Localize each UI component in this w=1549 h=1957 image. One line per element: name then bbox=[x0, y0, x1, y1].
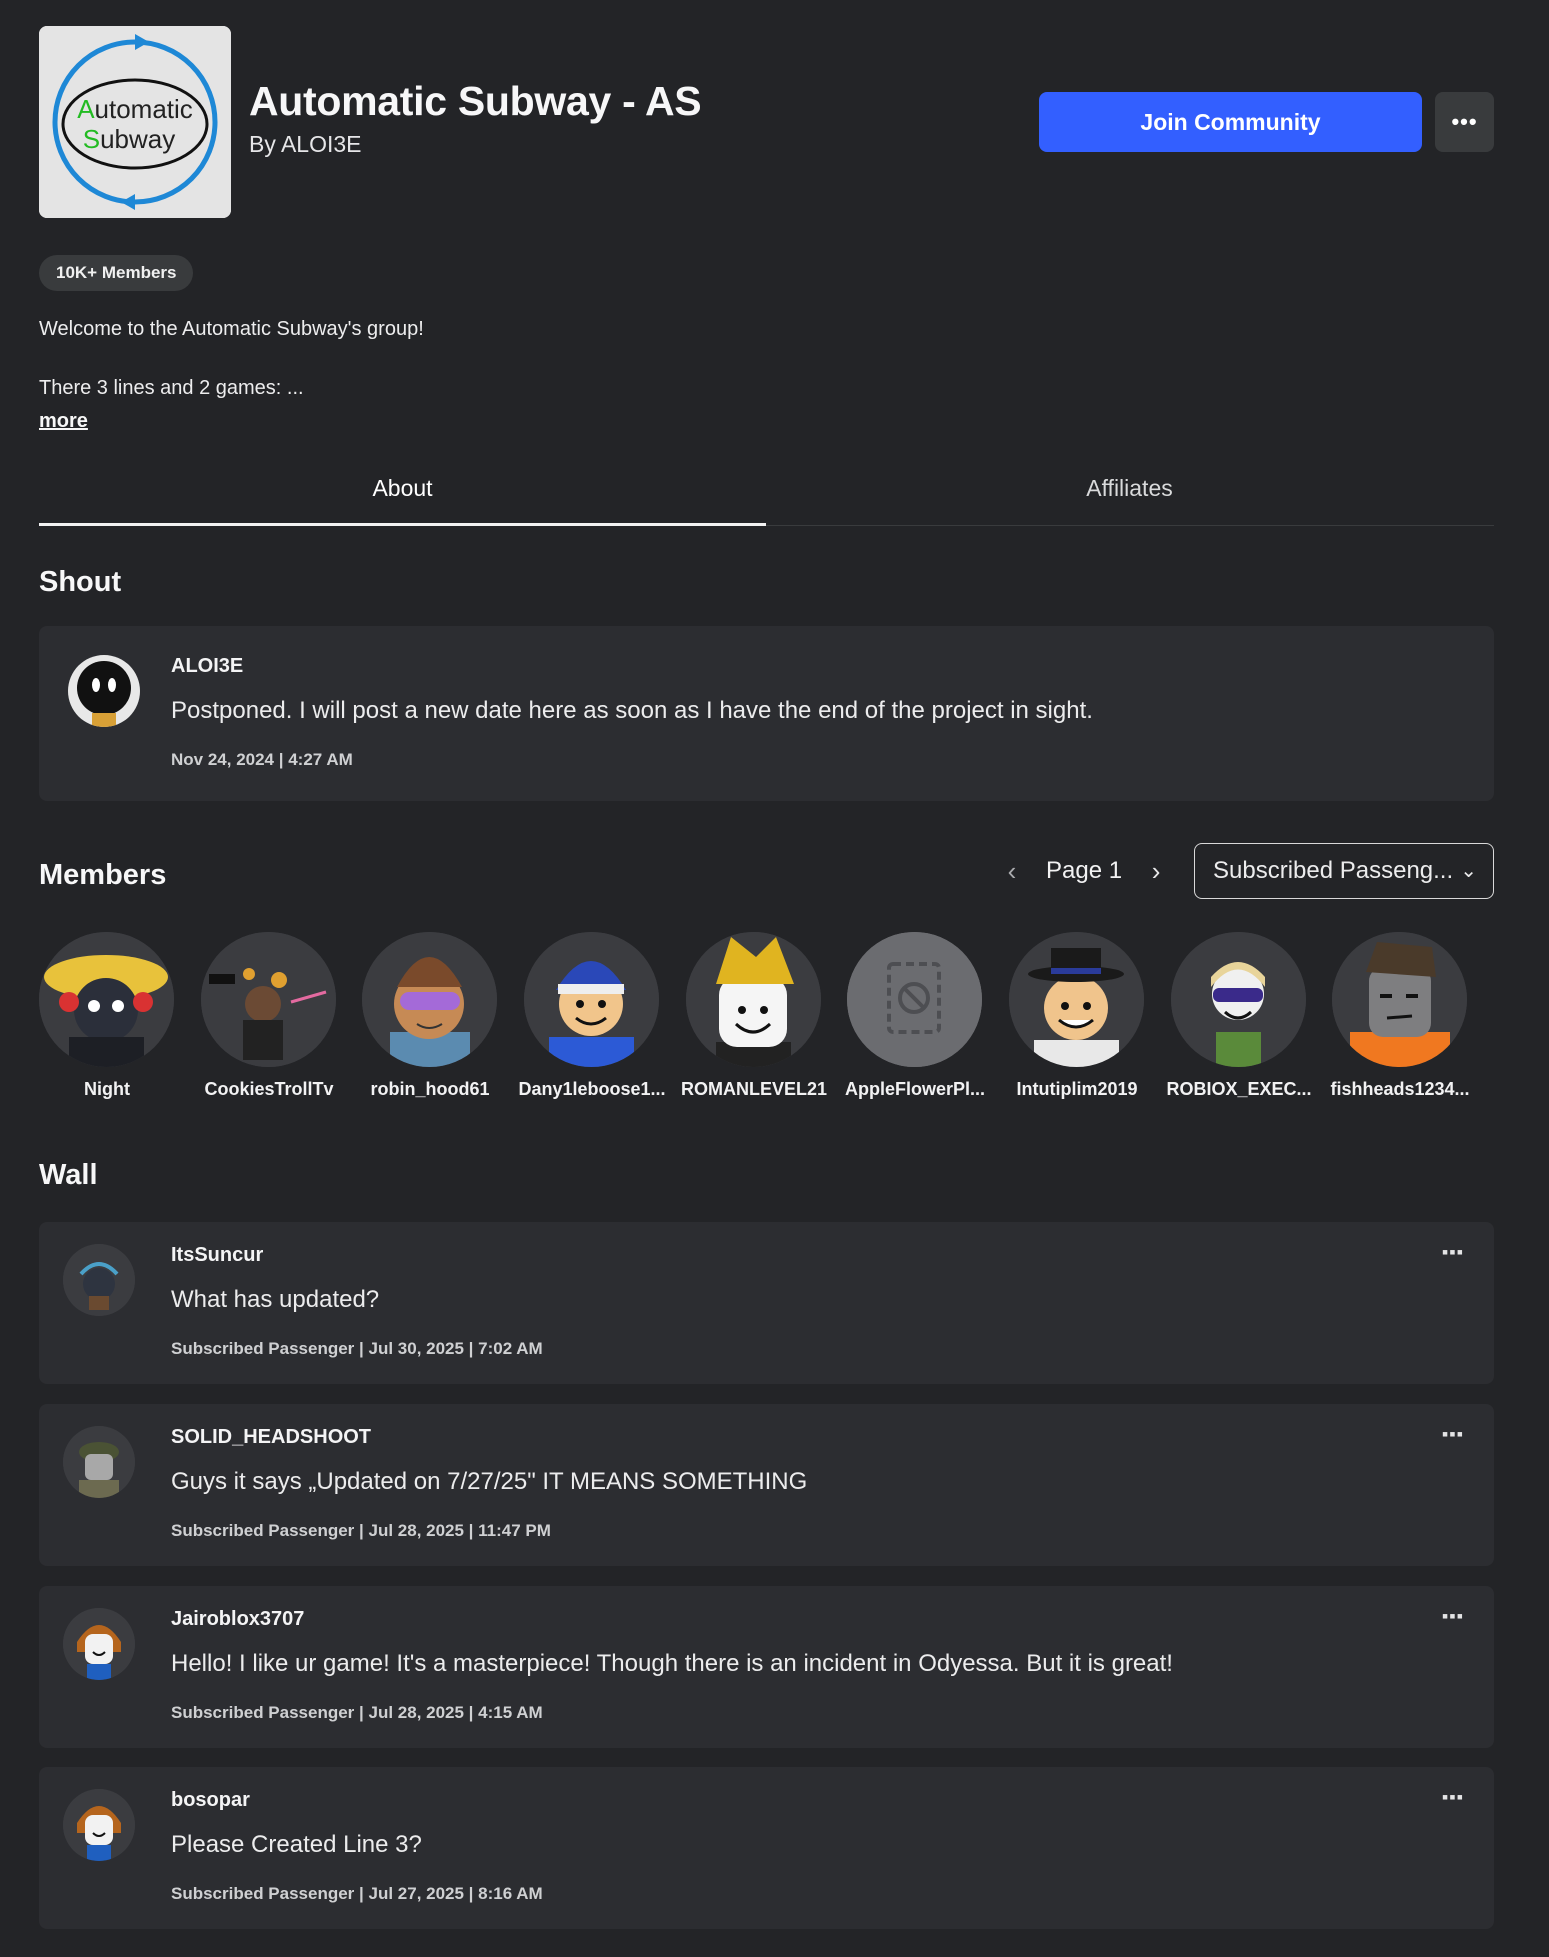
wall-post: ItsSuncur What has updated? Subscribed P… bbox=[39, 1222, 1494, 1384]
avatar-fishheads-icon bbox=[1332, 932, 1467, 1067]
members-list: Night CookiesTrollTv robin_hood61 Dany1l… bbox=[39, 932, 1494, 1112]
tab-bar: About Affiliates bbox=[39, 466, 1494, 526]
post-body: Please Created Line 3? bbox=[171, 1831, 422, 1858]
member-item[interactable]: Intutiplim2019 bbox=[1009, 932, 1144, 1100]
post-author[interactable]: bosopar bbox=[171, 1789, 250, 1812]
members-count-badge: 10K+ Members bbox=[39, 255, 194, 291]
chevron-right-icon[interactable]: › bbox=[1136, 856, 1176, 887]
shout-author-avatar[interactable] bbox=[68, 655, 140, 727]
group-owner[interactable]: By ALOI3E bbox=[249, 131, 701, 158]
member-item[interactable]: Dany1leboose1... bbox=[518, 932, 666, 1100]
members-pager: ‹ Page 1 › bbox=[992, 843, 1176, 899]
avatar-robiox-icon bbox=[1171, 932, 1306, 1067]
post-body: Hello! I like ur game! It's a masterpiec… bbox=[171, 1650, 1173, 1677]
member-item[interactable]: AppleFlowerPl... bbox=[845, 932, 985, 1100]
wall-section-title: Wall bbox=[39, 1159, 98, 1191]
avatar-unavailable-icon bbox=[847, 932, 982, 1067]
members-section-title: Members bbox=[39, 859, 167, 891]
group-title-block: Automatic Subway - AS By ALOI3E bbox=[249, 78, 702, 158]
post-menu-icon[interactable]: ▪▪▪ bbox=[1442, 1242, 1464, 1263]
avatar-robin-icon bbox=[362, 932, 497, 1067]
more-options-button[interactable]: ••• bbox=[1435, 92, 1494, 152]
avatar-roman-icon bbox=[686, 932, 821, 1067]
post-author[interactable]: ItsSuncur bbox=[171, 1244, 263, 1267]
avatar-night-icon bbox=[39, 932, 174, 1067]
member-name: fishheads1234... bbox=[1330, 1079, 1470, 1099]
member-item[interactable]: ROMANLEVEL21 bbox=[681, 932, 827, 1100]
post-meta: Subscribed Passenger | Jul 30, 2025 | 7:… bbox=[171, 1339, 543, 1358]
post-body: Guys it says „Updated on 7/27/25" IT MEA… bbox=[171, 1468, 808, 1495]
avatar-cookies-icon bbox=[201, 932, 336, 1067]
avatar-intutiplim-icon bbox=[1009, 932, 1144, 1067]
description-line: Welcome to the Automatic Subway's group! bbox=[39, 318, 424, 340]
description-more-link[interactable]: more bbox=[39, 410, 88, 433]
tab-about[interactable]: About bbox=[39, 466, 766, 526]
avatar-itssuncur-icon[interactable] bbox=[63, 1244, 135, 1316]
wall-post: SOLID_HEADSHOOT Guys it says „Updated on… bbox=[39, 1404, 1494, 1566]
member-name: CookiesTrollTv bbox=[204, 1079, 334, 1099]
member-name: ROBIOX_EXEC... bbox=[1166, 1079, 1312, 1099]
post-menu-icon[interactable]: ▪▪▪ bbox=[1442, 1424, 1464, 1445]
post-body: What has updated? bbox=[171, 1286, 380, 1313]
member-name: Dany1leboose1... bbox=[518, 1079, 666, 1099]
group-header: Automatic Subway Automatic Subway - AS B… bbox=[39, 26, 1494, 218]
member-name: ROMANLEVEL21 bbox=[680, 1079, 828, 1099]
avatar-dany-icon bbox=[524, 932, 659, 1067]
wall-post: Jairoblox3707 Hello! I like ur game! It'… bbox=[39, 1586, 1494, 1748]
shout-author[interactable]: ALOI3E bbox=[171, 655, 243, 678]
post-meta: Subscribed Passenger | Jul 27, 2025 | 8:… bbox=[171, 1884, 543, 1903]
subway-logo-icon: Automatic Subway bbox=[39, 26, 231, 218]
member-name: AppleFlowerPl... bbox=[844, 1079, 986, 1099]
avatar-bosopar-icon[interactable] bbox=[63, 1789, 135, 1861]
svg-text:Subway: Subway bbox=[83, 124, 176, 154]
member-item[interactable]: robin_hood61 bbox=[362, 932, 497, 1100]
post-author[interactable]: Jairoblox3707 bbox=[171, 1608, 304, 1631]
post-author[interactable]: SOLID_HEADSHOOT bbox=[171, 1426, 371, 1449]
member-name: Intutiplim2019 bbox=[1016, 1079, 1138, 1099]
join-community-button[interactable]: Join Community bbox=[1039, 92, 1422, 152]
member-item[interactable]: fishheads1234... bbox=[1330, 932, 1470, 1100]
shout-section-title: Shout bbox=[39, 566, 122, 598]
svg-text:Automatic: Automatic bbox=[77, 94, 193, 124]
chevron-left-icon[interactable]: ‹ bbox=[992, 856, 1032, 887]
member-item[interactable]: CookiesTrollTv bbox=[201, 932, 336, 1100]
shout-timestamp: Nov 24, 2024 | 4:27 AM bbox=[171, 750, 353, 769]
shout-card: ALOI3E Postponed. I will post a new date… bbox=[39, 626, 1494, 801]
post-meta: Subscribed Passenger | Jul 28, 2025 | 4:… bbox=[171, 1703, 543, 1722]
role-filter-value: Subscribed Passeng... bbox=[1213, 857, 1454, 884]
role-filter-dropdown[interactable]: Subscribed Passeng... ⌄ bbox=[1194, 843, 1494, 899]
member-item[interactable]: ROBIOX_EXEC... bbox=[1166, 932, 1312, 1100]
avatar-aloi3e-icon bbox=[68, 655, 140, 727]
post-menu-icon[interactable]: ▪▪▪ bbox=[1442, 1787, 1464, 1808]
page-label: Page 1 bbox=[1046, 857, 1123, 884]
shout-body: Postponed. I will post a new date here a… bbox=[171, 697, 1093, 724]
group-logo: Automatic Subway bbox=[39, 26, 231, 218]
member-name: robin_hood61 bbox=[370, 1079, 490, 1099]
avatar-solid-headshoot-icon[interactable] bbox=[63, 1426, 135, 1498]
member-item[interactable]: Night bbox=[39, 932, 174, 1100]
post-menu-icon[interactable]: ▪▪▪ bbox=[1442, 1606, 1464, 1627]
member-name: Night bbox=[84, 1079, 130, 1099]
group-name: Automatic Subway - AS bbox=[249, 78, 702, 124]
ellipsis-icon: ••• bbox=[1451, 109, 1478, 134]
description-line: There 3 lines and 2 games: ... bbox=[39, 377, 304, 399]
avatar-jairoblox-icon[interactable] bbox=[63, 1608, 135, 1680]
group-page: Automatic Subway Automatic Subway - AS B… bbox=[39, 26, 1494, 1929]
chevron-down-icon: ⌄ bbox=[1460, 860, 1477, 882]
tab-affiliates[interactable]: Affiliates bbox=[766, 466, 1493, 526]
post-meta: Subscribed Passenger | Jul 28, 2025 | 11… bbox=[171, 1521, 551, 1540]
wall-post: bosopar Please Created Line 3? Subscribe… bbox=[39, 1767, 1494, 1929]
